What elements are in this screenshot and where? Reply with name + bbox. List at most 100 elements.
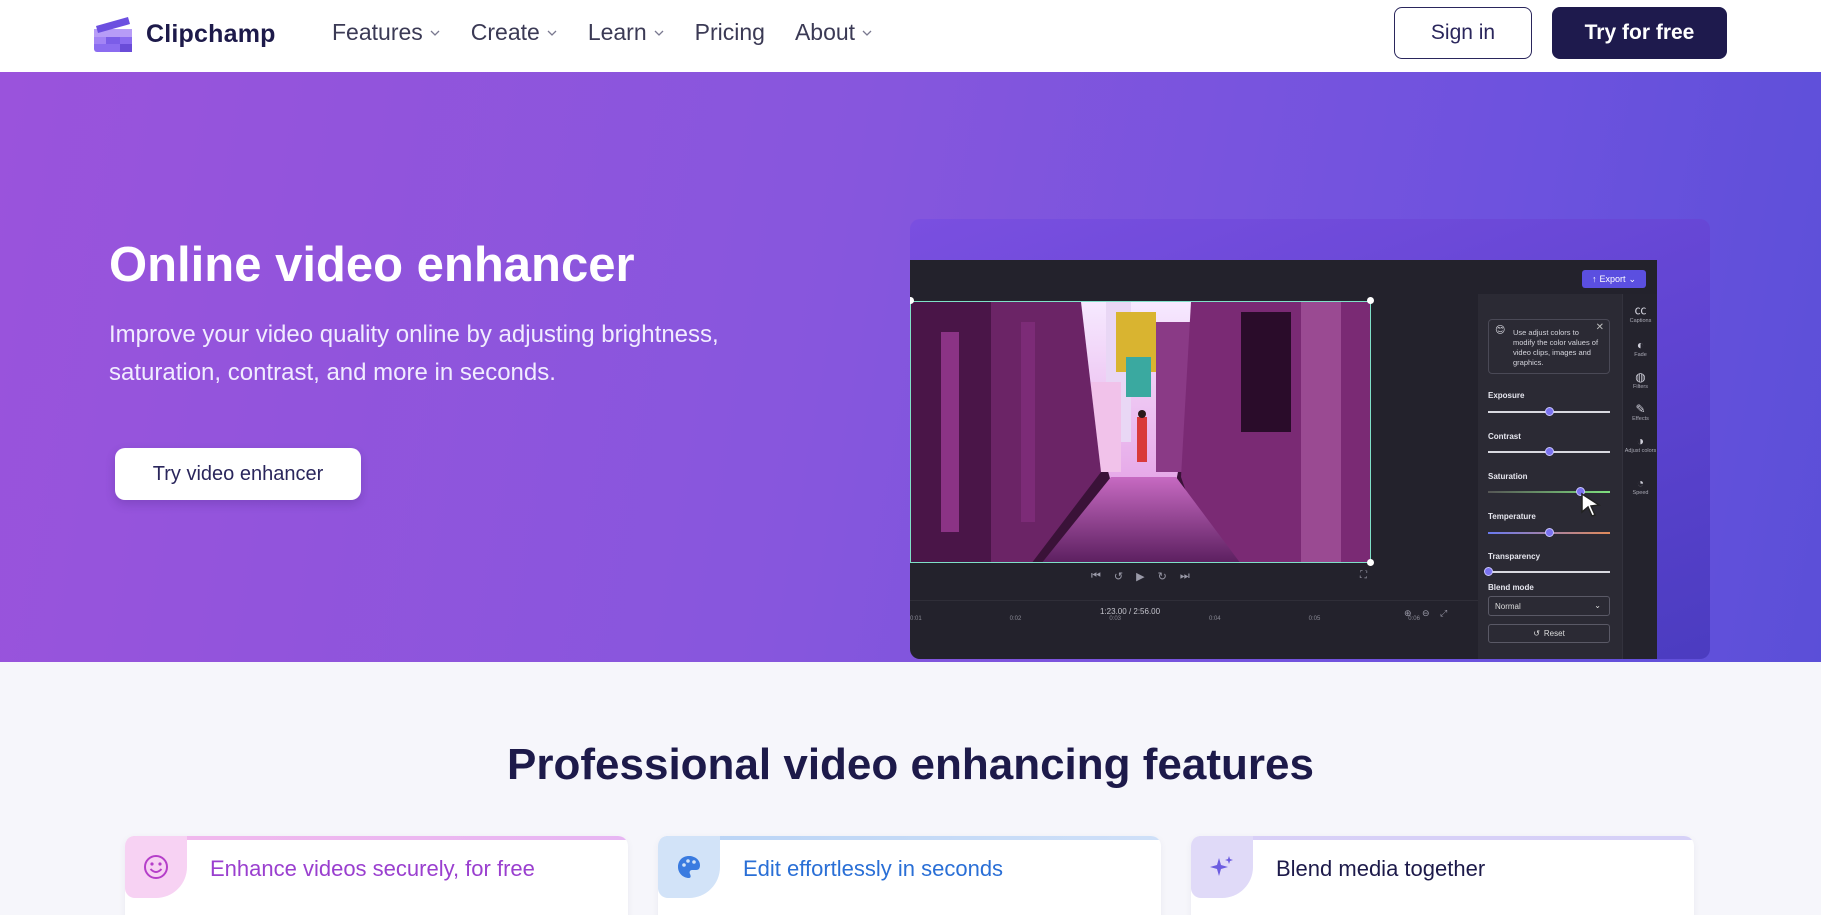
feature-card-label: Edit effortlessly in seconds	[743, 856, 1004, 881]
try-video-enhancer-button[interactable]: Try video enhancer	[115, 448, 361, 500]
zoom-in-icon: ⊕	[1404, 608, 1412, 618]
saturation-label: Saturation	[1488, 472, 1528, 481]
fit-icon: ⤢	[1440, 608, 1448, 618]
tool-rail: ㏄ Captions ◐ Fade ◍ Filters ✎ Effects ◑ Adjus…	[1622, 294, 1657, 659]
chevron-down-icon: ⌄	[1628, 273, 1637, 284]
smile-icon	[144, 855, 168, 879]
skip-back-icon: ⏮	[1091, 570, 1101, 582]
rail-adjust-colors: ◑ Adjust colors	[1623, 434, 1658, 454]
rewind-icon: ↺	[1113, 571, 1124, 583]
card-icon-circle	[1191, 836, 1253, 898]
try-for-free-button[interactable]: Try for free	[1552, 7, 1727, 59]
feature-card-label: Enhance videos securely, for free	[210, 856, 535, 881]
nav-create[interactable]: Create	[471, 19, 558, 46]
feature-card-secure[interactable]: Enhance videos securely, for free	[125, 836, 628, 915]
rail-fade: ◐ Fade	[1623, 338, 1658, 358]
nav-features-label: Features	[332, 19, 423, 45]
effects-icon: ✎	[1635, 402, 1646, 416]
hero-subtitle: Improve your video quality online by adj…	[109, 321, 719, 386]
tip-text: Use adjust colors to modify the color va…	[1513, 328, 1599, 367]
skip-forward-icon: ⏭	[1179, 570, 1190, 582]
export-button: ↑ Export ⌄	[1582, 270, 1646, 288]
rail-captions: ㏄ Captions	[1623, 301, 1658, 324]
hero-section: Online video enhancer Improve your video…	[0, 72, 1821, 662]
adjust-colors-panel: 😊 ✕ Use adjust colors to modify the colo…	[1478, 294, 1622, 659]
forward-icon: ↻	[1157, 571, 1167, 583]
chevron-down-icon	[862, 30, 872, 36]
editor-preview-image: ↑ Export ⌄ ⏮ ↺ ▶ ↻ ⏭ ⛶ 0:01 0:02 0:03 0:…	[910, 219, 1710, 659]
rail-effects: ✎ Effects	[1623, 402, 1658, 422]
chevron-down-icon	[430, 30, 440, 36]
contrast-slider	[1488, 447, 1610, 456]
card-accent-bar	[1191, 836, 1694, 840]
filters-icon: ◍	[1635, 370, 1646, 384]
card-icon-circle	[125, 836, 187, 898]
play-icon: ▶	[1136, 571, 1145, 583]
exposure-label: Exposure	[1488, 391, 1525, 400]
feature-card-blend[interactable]: Blend media together	[1191, 836, 1694, 915]
main-menu: Features Create Learn Pricing About	[332, 19, 903, 46]
playback-controls: ⏮ ↺ ▶ ↻ ⏭	[1091, 570, 1190, 583]
rail-effects-label: Effects	[1632, 416, 1649, 422]
nav-about[interactable]: About	[795, 19, 873, 46]
features-section-title: Professional video enhancing features	[507, 740, 1314, 789]
captions-icon: ㏄	[1634, 303, 1647, 317]
transparency-label: Transparency	[1488, 552, 1541, 561]
clipchamp-logo[interactable]: Clipchamp	[92, 14, 276, 54]
nav-features[interactable]: Features	[332, 19, 441, 46]
tip-box: 😊 ✕ Use adjust colors to modify the colo…	[1488, 319, 1610, 374]
emoji-icon: 😊	[1495, 325, 1506, 336]
sign-in-button[interactable]: Sign in	[1394, 7, 1532, 59]
zoom-out-icon: ⊖	[1422, 608, 1430, 618]
timeline-tick: 0:04	[1208, 616, 1221, 622]
resize-handle	[1367, 297, 1374, 304]
upload-icon: ↑	[1591, 274, 1597, 284]
chevron-down-icon	[654, 30, 664, 36]
speed-icon: ◔	[1636, 476, 1645, 490]
adjust-colors-icon: ◑	[1636, 434, 1645, 448]
contrast-label: Contrast	[1488, 432, 1521, 441]
timeline-tick: 0:03	[1109, 616, 1121, 622]
nav-create-label: Create	[470, 19, 540, 45]
rail-filters-label: Filters	[1633, 384, 1648, 390]
close-icon: ✕	[1595, 322, 1604, 333]
exposure-slider	[1488, 407, 1610, 416]
temperature-label: Temperature	[1488, 512, 1536, 521]
timeline-tick: 0:01	[910, 616, 922, 622]
clipchamp-logo-icon	[94, 17, 132, 52]
resize-handle	[1367, 559, 1374, 566]
blend-mode-select: Normal ⌄	[1488, 596, 1610, 616]
fade-icon: ◐	[1636, 338, 1645, 352]
card-accent-bar	[125, 836, 628, 840]
undo-icon: ↺	[1533, 629, 1540, 638]
rail-speed: ◔ Speed	[1623, 476, 1658, 496]
fullscreen-icon: ⛶	[1360, 570, 1367, 581]
temperature-slider	[1488, 528, 1610, 537]
nav-pricing[interactable]: Pricing	[695, 19, 765, 46]
reset-label: Reset	[1543, 629, 1565, 638]
nav-pricing-label: Pricing	[694, 19, 765, 45]
chevron-down-icon: ⌄	[1594, 601, 1601, 610]
blend-mode-value: Normal	[1495, 602, 1521, 611]
top-navigation: Clipchamp Features Create Learn Pricing …	[0, 0, 1821, 72]
transparency-slider	[1484, 567, 1610, 576]
feature-card-edit[interactable]: Edit effortlessly in seconds	[658, 836, 1161, 915]
rail-speed-label: Speed	[1632, 490, 1649, 496]
nav-about-label: About	[794, 19, 856, 45]
playback-time: 1:23.00 / 2:56.00	[1100, 607, 1160, 616]
palette-icon	[678, 856, 700, 878]
rail-filters: ◍ Filters	[1623, 370, 1658, 390]
nav-learn-label: Learn	[587, 19, 647, 45]
hero-title: Online video enhancer	[109, 238, 635, 292]
timeline-tick: 0:02	[1009, 616, 1022, 622]
rail-fade-label: Fade	[1634, 352, 1647, 358]
video-preview	[910, 301, 1371, 563]
editor-window: ↑ Export ⌄ ⏮ ↺ ▶ ↻ ⏭ ⛶ 0:01 0:02 0:03 0:…	[910, 260, 1657, 659]
rail-captions-label: Captions	[1629, 318, 1652, 324]
timeline-tick: 0:05	[1308, 616, 1321, 622]
reset-button: ↺ Reset	[1488, 624, 1610, 643]
nav-learn[interactable]: Learn	[588, 19, 665, 46]
timeline-ticks: 0:01 0:02 0:03 0:04 0:05 0:06	[910, 616, 1480, 626]
export-label: Export	[1599, 274, 1626, 284]
card-accent-bar	[658, 836, 1161, 840]
